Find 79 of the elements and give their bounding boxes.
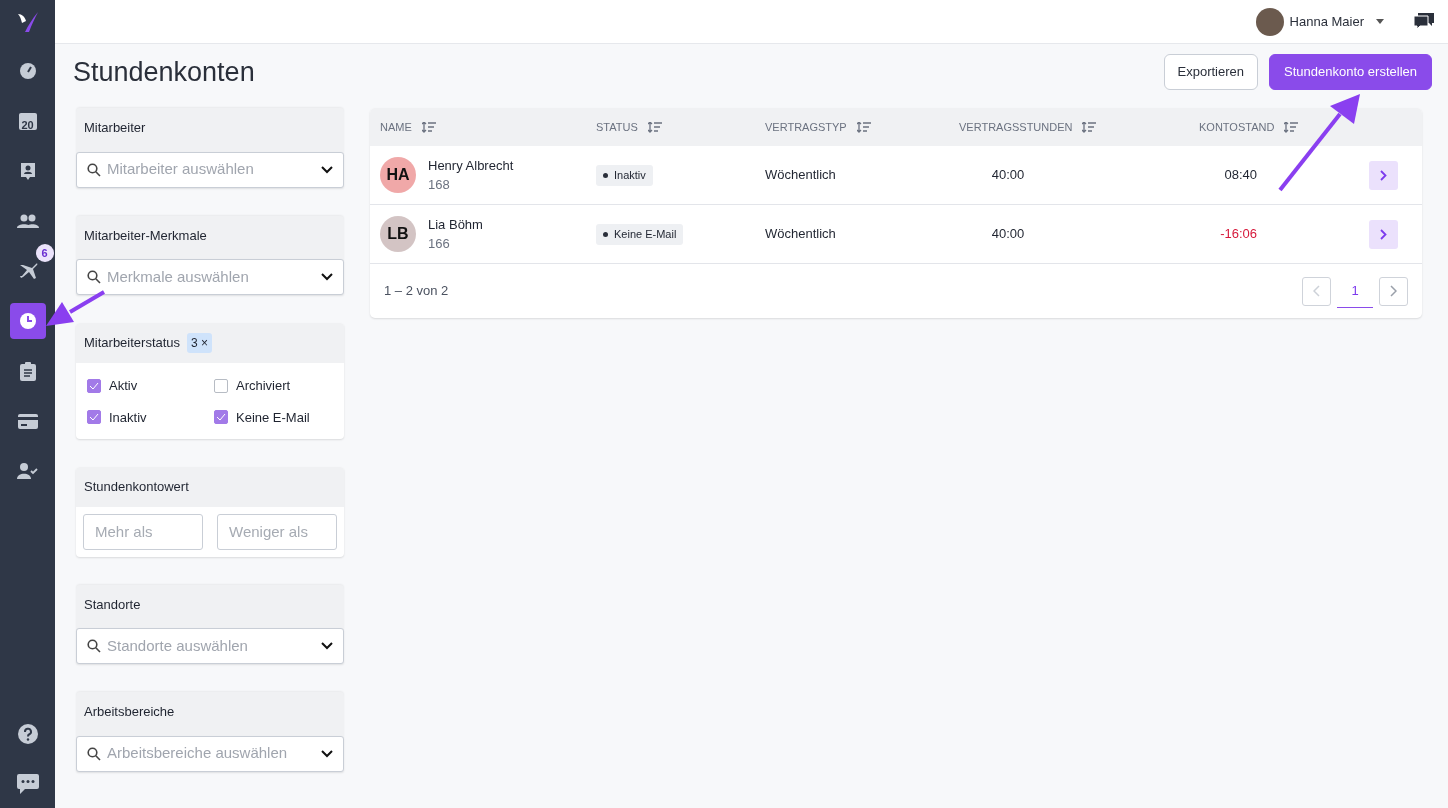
- employee-number: 168: [428, 176, 451, 194]
- checkbox-box[interactable]: [214, 378, 228, 393]
- column-header[interactable]: KONTOSTAND: [1199, 118, 1275, 136]
- search-icon: [87, 270, 101, 284]
- caret-icon: [1376, 19, 1384, 24]
- count-chip[interactable]: 3 ×: [187, 333, 213, 353]
- sort-icon[interactable]: [647, 121, 662, 133]
- chevron-icon: [321, 749, 333, 758]
- checkbox[interactable]: Archiviert: [214, 376, 341, 396]
- employee-number: 166: [428, 235, 451, 253]
- chevron-left-icon: [1313, 285, 1320, 297]
- balance-cell: -16:06: [1220, 226, 1257, 242]
- column-header[interactable]: STATUS: [596, 118, 638, 136]
- calendar-icon: 20: [18, 112, 37, 130]
- avatar-icon: [1255, 7, 1284, 36]
- filter-label: Stundenkontowert: [84, 478, 189, 496]
- people-icon: [16, 214, 39, 228]
- checkbox-box[interactable]: [214, 410, 228, 425]
- chat-bubbles-icon[interactable]: [1414, 12, 1434, 31]
- column-header[interactable]: VERTRAGSTYP: [765, 118, 847, 136]
- search-icon: [87, 162, 101, 177]
- table-cell: 40:00: [991, 167, 1025, 183]
- chat-icon: [16, 774, 39, 794]
- person-check-icon: [16, 463, 39, 479]
- sort-icon[interactable]: [856, 121, 871, 133]
- filter-label: Standorte: [84, 595, 141, 614]
- open-row-button[interactable]: [1369, 219, 1398, 249]
- credit-card-icon: [17, 413, 38, 429]
- logo-icon: [16, 11, 39, 33]
- chevron-icon: [321, 165, 333, 174]
- chevron-right-icon: [1390, 285, 1397, 297]
- chevron-right-icon: [1380, 169, 1387, 181]
- pagination-summary: 1 – 2 von 2: [384, 282, 449, 301]
- table-cell: Wöchentlich: [765, 226, 836, 242]
- filter-label: Mitarbeiter-Merkmale: [84, 226, 207, 245]
- checkbox-box[interactable]: [87, 378, 101, 393]
- employee-name[interactable]: Lia Böhm: [428, 214, 483, 234]
- nav-item[interactable]: [9, 303, 46, 339]
- gauge-icon: [18, 62, 37, 80]
- search-icon: [87, 746, 101, 761]
- clipboard-icon: [19, 361, 36, 381]
- page-title: Stundenkonten: [73, 55, 255, 89]
- checkbox[interactable]: Inaktiv: [87, 407, 214, 427]
- sort-icon[interactable]: [1082, 121, 1097, 133]
- filter-label: Mitarbeiterstatus: [84, 334, 181, 353]
- number-field[interactable]: Weniger als: [217, 513, 337, 550]
- chevron-icon: [321, 642, 333, 650]
- column-header[interactable]: NAME: [380, 118, 412, 136]
- airplane-icon: [17, 261, 38, 281]
- column-header[interactable]: VERTRAGSSTUNDEN: [959, 118, 1073, 136]
- balance-cell: 08:40: [1224, 167, 1257, 183]
- checkbox[interactable]: Aktiv: [87, 376, 214, 396]
- filter-label: Arbeitsbereiche: [84, 703, 175, 721]
- table-cell: Wöchentlich: [765, 167, 836, 183]
- filter-label: Mitarbeiter: [84, 119, 146, 137]
- number-field[interactable]: Mehr als: [83, 513, 203, 550]
- clock-icon: [18, 312, 37, 330]
- avatar: LB: [380, 216, 416, 252]
- contact-card-icon: [19, 161, 36, 181]
- create-button[interactable]: Stundenkonto erstellen: [1269, 54, 1432, 90]
- employee-name[interactable]: Henry Albrecht: [428, 155, 514, 175]
- chevron-right-icon: [1380, 228, 1387, 240]
- user-menu[interactable]: Hanna Maier: [1255, 7, 1384, 36]
- checkbox[interactable]: Keine E-Mail: [214, 407, 341, 427]
- avatar: HA: [380, 157, 416, 193]
- checkbox-box[interactable]: [87, 410, 101, 425]
- sort-icon[interactable]: [1284, 121, 1299, 133]
- status-tag: Inaktiv: [596, 165, 653, 186]
- page-button[interactable]: 1: [1337, 274, 1373, 308]
- search-icon: [87, 639, 101, 653]
- table-cell: 40:00: [991, 226, 1025, 242]
- help-icon: [17, 724, 38, 744]
- nav-item[interactable]: 20: [9, 103, 46, 139]
- open-row-button[interactable]: [1369, 160, 1398, 190]
- count-badge: 6: [35, 244, 54, 262]
- sort-icon[interactable]: [421, 121, 436, 133]
- chevron-icon: [321, 273, 333, 281]
- status-tag: Keine E-Mail: [596, 224, 684, 245]
- export-button[interactable]: Exportieren: [1163, 54, 1258, 90]
